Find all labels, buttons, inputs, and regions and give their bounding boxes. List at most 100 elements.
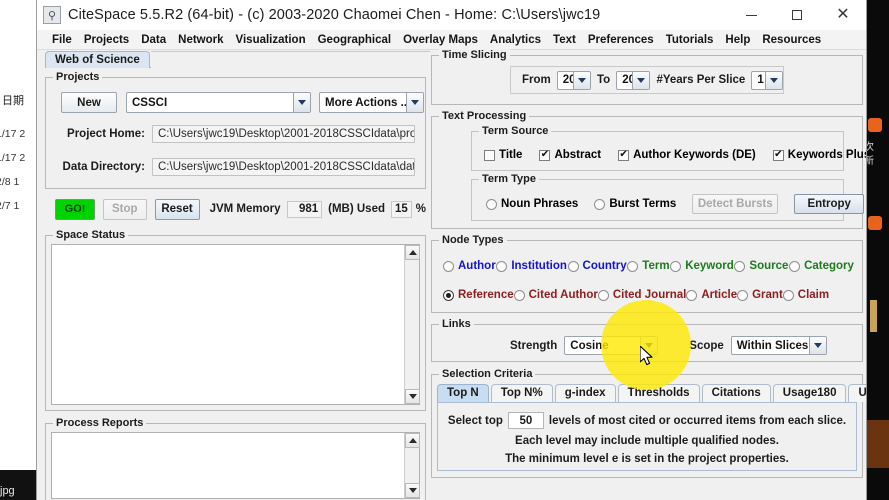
checkbox-title[interactable]: Title xyxy=(484,149,522,161)
stop-button[interactable]: Stop xyxy=(103,199,146,220)
tab-strip-filler xyxy=(151,51,430,68)
radio-term-dot[interactable] xyxy=(627,261,638,272)
space-status-textarea[interactable] xyxy=(51,244,420,405)
radio-noun-phrases-dot[interactable] xyxy=(486,199,497,210)
radio-article[interactable]: Article xyxy=(686,289,737,301)
radio-keyword-label: Keyword xyxy=(685,260,734,272)
strength-label: Strength xyxy=(510,340,557,352)
checkbox-abstract[interactable]: ✔ Abstract xyxy=(539,149,601,161)
radio-grant-dot[interactable] xyxy=(737,290,748,301)
chevron-down-icon[interactable] xyxy=(406,93,423,112)
minimize-icon[interactable] xyxy=(728,0,774,30)
radio-term[interactable]: Term xyxy=(627,260,669,272)
radio-claim-dot[interactable] xyxy=(783,290,794,301)
menu-projects[interactable]: Projects xyxy=(78,30,135,50)
menu-file[interactable]: File xyxy=(46,30,78,50)
radio-keyword[interactable]: Keyword xyxy=(670,260,734,272)
radio-institution-dot[interactable] xyxy=(496,261,507,272)
radio-reference-dot[interactable] xyxy=(443,290,454,301)
scroll-down-icon[interactable] xyxy=(405,483,420,498)
tab-web-of-science[interactable]: Web of Science xyxy=(45,51,150,68)
checkbox-author-keywords[interactable]: ✔ Author Keywords (DE) xyxy=(618,149,756,161)
radio-source-dot[interactable] xyxy=(734,261,745,272)
project-home-field[interactable]: C:\Users\jwc19\Desktop\2001-2018CSSCIdat… xyxy=(152,125,415,143)
data-directory-field[interactable]: C:\Users\jwc19\Desktop\2001-2018CSSCIdat… xyxy=(152,158,415,176)
tab-g-index[interactable]: g-index xyxy=(555,384,616,402)
radio-country-dot[interactable] xyxy=(568,261,579,272)
tab-thresholds[interactable]: Thresholds xyxy=(618,384,700,402)
menu-overlay-maps[interactable]: Overlay Maps xyxy=(397,30,484,50)
radio-cited-journal-dot[interactable] xyxy=(598,290,609,301)
reset-button[interactable]: Reset xyxy=(155,199,200,220)
radio-reference[interactable]: Reference xyxy=(443,289,514,301)
chevron-down-icon[interactable] xyxy=(573,72,590,89)
menu-data[interactable]: Data xyxy=(135,30,172,50)
strength-select[interactable]: Cosine xyxy=(564,336,658,355)
tab-top-n[interactable]: Top N xyxy=(437,384,489,402)
radio-cited-author[interactable]: Cited Author xyxy=(514,289,598,301)
checkbox-keywords-plus-label: Keywords Plus (ID) xyxy=(788,149,867,161)
scope-select[interactable]: Within Slices xyxy=(731,336,827,355)
years-per-slice-select[interactable]: 1 xyxy=(751,71,783,90)
menu-help[interactable]: Help xyxy=(719,30,756,50)
chevron-down-icon[interactable] xyxy=(765,72,782,89)
radio-keyword-dot[interactable] xyxy=(670,261,681,272)
new-project-button[interactable]: New xyxy=(61,92,117,113)
checkbox-author-keywords-box[interactable]: ✔ xyxy=(618,150,629,161)
checkbox-keywords-plus-box[interactable]: ✔ xyxy=(773,150,784,161)
menu-network[interactable]: Network xyxy=(172,30,229,50)
radio-country[interactable]: Country xyxy=(568,260,627,272)
menu-analytics[interactable]: Analytics xyxy=(484,30,547,50)
radio-noun-phrases[interactable]: Noun Phrases xyxy=(486,198,578,210)
tab-citations[interactable]: Citations xyxy=(702,384,771,402)
menu-visualization[interactable]: Visualization xyxy=(230,30,312,50)
from-year-select[interactable]: 2001 xyxy=(557,71,591,90)
scroll-down-icon[interactable] xyxy=(405,389,420,404)
chevron-down-icon[interactable] xyxy=(809,337,826,354)
menu-text[interactable]: Text xyxy=(547,30,582,50)
process-reports-scrollbar[interactable] xyxy=(404,433,419,498)
projects-legend: Projects xyxy=(53,71,102,83)
space-status-scrollbar[interactable] xyxy=(404,245,419,404)
go-button[interactable]: GO! xyxy=(55,199,95,220)
radio-source[interactable]: Source xyxy=(734,260,788,272)
to-year-select[interactable]: 2018 xyxy=(616,71,650,90)
chevron-down-icon[interactable] xyxy=(293,93,310,112)
process-reports-textarea[interactable] xyxy=(51,432,420,499)
scroll-up-icon[interactable] xyxy=(405,245,420,260)
radio-institution[interactable]: Institution xyxy=(496,260,567,272)
radio-cited-journal[interactable]: Cited Journal xyxy=(598,289,686,301)
radio-author-dot[interactable] xyxy=(443,261,454,272)
radio-burst-terms[interactable]: Burst Terms xyxy=(594,198,676,210)
radio-claim[interactable]: Claim xyxy=(783,289,829,301)
checkbox-abstract-box[interactable]: ✔ xyxy=(539,150,550,161)
radio-burst-terms-dot[interactable] xyxy=(594,199,605,210)
menu-preferences[interactable]: Preferences xyxy=(582,30,660,50)
detect-bursts-button[interactable]: Detect Bursts xyxy=(692,194,778,214)
scroll-up-icon[interactable] xyxy=(405,433,420,448)
selection-criteria-note-1: Each level may include multiple qualifie… xyxy=(515,435,779,447)
menu-resources[interactable]: Resources xyxy=(756,30,827,50)
chevron-down-icon[interactable] xyxy=(632,72,649,89)
maximize-icon[interactable] xyxy=(774,0,820,30)
chevron-down-icon[interactable] xyxy=(640,337,657,354)
tab-usage180[interactable]: Usage180 xyxy=(773,384,847,402)
menu-tutorials[interactable]: Tutorials xyxy=(660,30,720,50)
radio-category-dot[interactable] xyxy=(789,261,800,272)
tab-top-n-percent[interactable]: Top N% xyxy=(491,384,553,402)
radio-author[interactable]: Author xyxy=(443,260,496,272)
menu-geographical[interactable]: Geographical xyxy=(312,30,398,50)
select-top-input[interactable]: 50 xyxy=(508,412,544,429)
term-type-panel: Term Type Noun Phrases Burst Terms Detec… xyxy=(471,179,844,221)
radio-grant[interactable]: Grant xyxy=(737,289,783,301)
radio-cited-author-dot[interactable] xyxy=(514,290,525,301)
more-actions-select[interactable]: More Actions ... xyxy=(319,92,424,113)
checkbox-title-box[interactable] xyxy=(484,150,495,161)
entropy-button[interactable]: Entropy xyxy=(794,194,864,214)
tab-usage2013[interactable]: Usage2013 xyxy=(848,384,867,402)
radio-article-dot[interactable] xyxy=(686,290,697,301)
checkbox-keywords-plus[interactable]: ✔ Keywords Plus (ID) xyxy=(773,149,867,161)
project-select[interactable]: CSSCI xyxy=(126,92,311,113)
radio-category[interactable]: Category xyxy=(789,260,854,272)
close-icon[interactable]: ✕ xyxy=(820,0,866,30)
